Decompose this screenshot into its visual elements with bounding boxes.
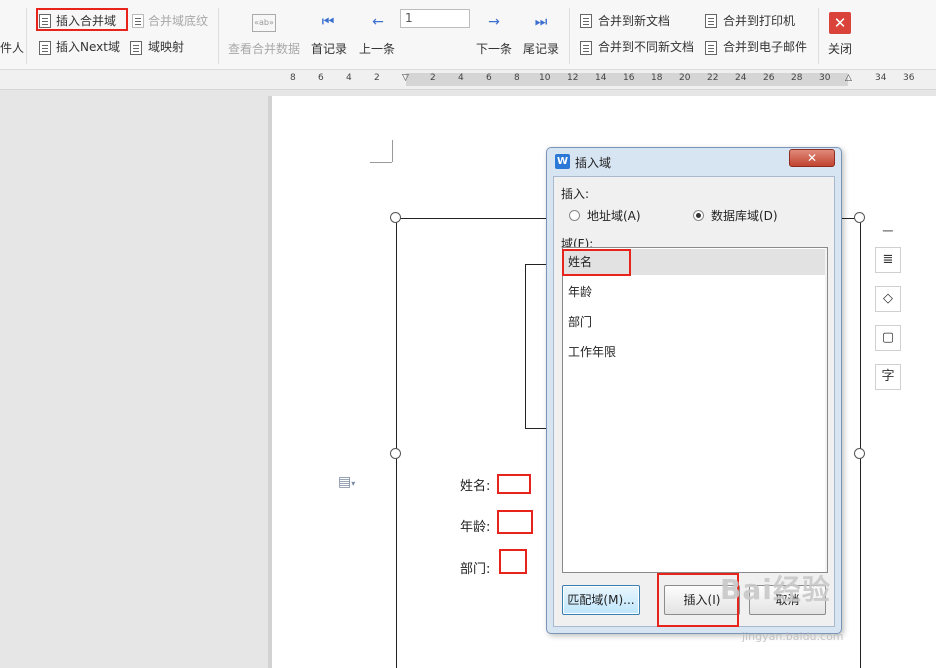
- ribbon-cut-label[interactable]: 件人: [0, 40, 24, 56]
- view-merged-data-button[interactable]: 查看合并数据: [228, 40, 300, 57]
- ruler-tick: 24: [735, 73, 747, 83]
- dialog-title: 插入域: [575, 156, 612, 170]
- resize-handle[interactable]: [390, 212, 401, 223]
- last-record-button[interactable]: 尾记录: [523, 40, 559, 57]
- ruler-tick: 28: [791, 73, 803, 83]
- ribbon-separator: [569, 8, 570, 64]
- insert-merge-field-highlight: [36, 8, 128, 31]
- merge-to-different-documents-button[interactable]: 合并到不同新文档: [598, 39, 694, 55]
- field-mapping-button[interactable]: 域映射: [148, 39, 184, 55]
- resize-handle[interactable]: [854, 448, 865, 459]
- ruler-tick: 2: [374, 73, 380, 83]
- ruler-tick: 16: [623, 73, 635, 83]
- mail-merge-ribbon: 件人 插入合并域 合并域底纹 插入Next域 域映射 «ab» 查看合并数据 ⏮…: [0, 0, 936, 70]
- next-record-button[interactable]: 下一条: [476, 40, 512, 57]
- ruler-tick: 8: [514, 73, 520, 83]
- insert-next-field-icon: [39, 41, 51, 55]
- ribbon-separator: [26, 8, 27, 64]
- baidu-watermark: Bai经验: [720, 573, 831, 606]
- field-label-name: 姓名:: [460, 479, 491, 494]
- previous-record-button[interactable]: 上一条: [359, 40, 395, 57]
- previous-record-icon: ←: [372, 14, 384, 30]
- listbox-scrollbar[interactable]: [825, 248, 827, 572]
- merge-to-printer-button[interactable]: 合并到打印机: [723, 13, 795, 29]
- fill-color-icon[interactable]: ◇: [875, 286, 901, 312]
- last-record-icon: ⏭: [534, 14, 548, 30]
- next-record-icon: →: [488, 14, 500, 30]
- match-fields-button[interactable]: 匹配域(M)...: [562, 585, 640, 615]
- radio-address-field-label[interactable]: 地址域(A): [587, 207, 641, 224]
- close-merge-button[interactable]: 关闭: [828, 40, 852, 57]
- field-label-department: 部门:: [460, 562, 491, 577]
- merge-field-box-name[interactable]: [497, 474, 531, 494]
- ruler-tick: 6: [318, 73, 324, 83]
- text-frame-right: [860, 218, 861, 668]
- paste-options-icon[interactable]: ▤▾: [338, 474, 355, 490]
- field-list-item[interactable]: 部门: [564, 309, 826, 335]
- ruler-tick: 36: [903, 73, 915, 83]
- ruler-tick: 4: [458, 73, 464, 83]
- field-mapping-icon: [130, 41, 142, 55]
- field-list-item[interactable]: 工作年限: [564, 339, 826, 365]
- ruler-tick: 34: [875, 73, 887, 83]
- baidu-watermark-url: jingyan.baidu.com: [742, 630, 844, 643]
- ruler-tick: 26: [763, 73, 775, 83]
- margin-corner-mark: [392, 140, 393, 162]
- ruler-tick: 2: [430, 73, 436, 83]
- field-list-item[interactable]: 年龄: [564, 279, 826, 305]
- first-record-button[interactable]: 首记录: [311, 40, 347, 57]
- ruler-tick: 30: [819, 73, 831, 83]
- resize-handle[interactable]: [854, 212, 865, 223]
- layout-options-icon[interactable]: ≣: [875, 247, 901, 273]
- record-number-input[interactable]: 1: [400, 9, 470, 28]
- ruler-indent-marker[interactable]: ▽: [402, 73, 409, 83]
- insert-field-dialog: W 插入域 ✕ 插入: 地址域(A) 数据库域(D) 域(F): 姓名 年龄 部…: [546, 147, 842, 634]
- ribbon-separator: [218, 8, 219, 64]
- close-icon[interactable]: ✕: [829, 12, 851, 34]
- horizontal-ruler[interactable]: 8 6 4 2 ▽ 2 4 6 8 10 12 14 16 18 20 22 2…: [0, 70, 936, 90]
- field-shading-icon: [132, 14, 144, 28]
- ruler-right-indent-marker[interactable]: △: [845, 73, 852, 83]
- first-record-icon: ⏮: [321, 14, 335, 30]
- inner-frame: [525, 264, 526, 429]
- merge-field-shading-button[interactable]: 合并域底纹: [148, 13, 208, 29]
- ruler-tick: 22: [707, 73, 719, 83]
- text-frame-left: [396, 218, 397, 668]
- margin-corner-mark: [370, 162, 392, 163]
- merge-field-box-department[interactable]: [499, 549, 527, 574]
- wps-logo-icon: W: [555, 154, 570, 169]
- printer-icon: [705, 14, 717, 28]
- insert-next-field-button[interactable]: 插入Next域: [56, 39, 120, 55]
- text-icon[interactable]: 字: [875, 364, 901, 390]
- merge-new-doc-icon: [580, 14, 592, 28]
- radio-database-field[interactable]: [693, 210, 704, 221]
- collapse-icon[interactable]: −: [875, 219, 901, 245]
- ruler-tick: 10: [539, 73, 551, 83]
- ruler-tick: 12: [567, 73, 579, 83]
- ribbon-separator: [818, 8, 819, 64]
- selected-field-highlight: [562, 249, 631, 276]
- merge-diff-docs-icon: [580, 41, 592, 55]
- ruler-tick: 4: [346, 73, 352, 83]
- merge-field-box-age[interactable]: [497, 510, 533, 534]
- fields-listbox[interactable]: 姓名 年龄 部门 工作年限: [562, 247, 828, 573]
- insert-type-label: 插入:: [561, 187, 590, 201]
- email-icon: [705, 41, 717, 55]
- merge-to-email-button[interactable]: 合并到电子邮件: [723, 39, 807, 55]
- dialog-body: 插入: 地址域(A) 数据库域(D) 域(F): 姓名 年龄 部门 工作年限 匹…: [553, 176, 835, 627]
- field-label-age: 年龄:: [460, 520, 491, 535]
- ruler-tick: 14: [595, 73, 607, 83]
- resize-handle[interactable]: [390, 448, 401, 459]
- ruler-tick: 8: [290, 73, 296, 83]
- radio-database-field-label[interactable]: 数据库域(D): [711, 207, 778, 224]
- border-icon[interactable]: ▢: [875, 325, 901, 351]
- ruler-tick: 20: [679, 73, 691, 83]
- merge-to-new-document-button[interactable]: 合并到新文档: [598, 13, 670, 29]
- ruler-tick: 18: [651, 73, 663, 83]
- dialog-close-button[interactable]: ✕: [789, 149, 835, 167]
- view-merged-data-icon: «ab»: [252, 14, 276, 32]
- ruler-tick: 6: [486, 73, 492, 83]
- radio-address-field[interactable]: [569, 210, 580, 221]
